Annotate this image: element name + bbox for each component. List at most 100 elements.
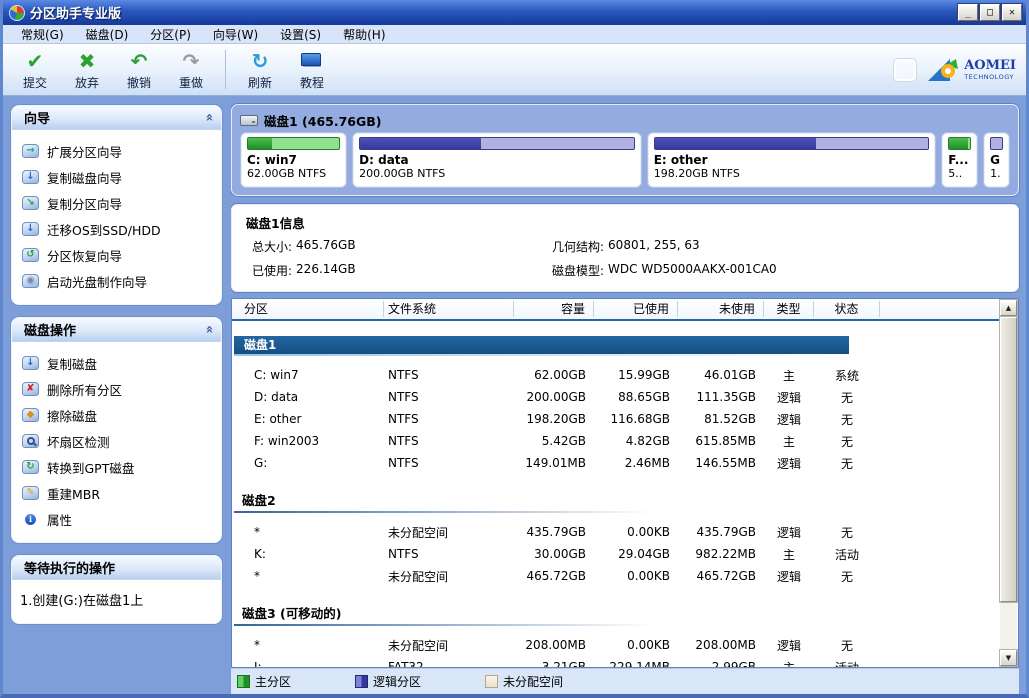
scroll-down-button[interactable]: ▼ [1000,650,1017,666]
column-partition[interactable]: 分区 [232,301,384,317]
partition-block-g[interactable]: G 1. [983,132,1010,188]
sidebar-item-extend-partition-wizard[interactable]: → 扩展分区向导 [22,138,215,164]
cell: 无 [814,433,880,450]
sidebar-item-bad-sector-test[interactable]: 坏扇区检测 [22,428,215,454]
wizard-panel: 向导 « → 扩展分区向导 ↓ 复制磁盘向导 ↘ 复制分区向导 [11,105,222,305]
undo-button[interactable]: ↶ 撤销 [113,46,165,93]
table-row[interactable]: G: NTFS 149.01MB 2.46MB 146.55MB 逻辑 无 [232,452,1000,474]
table-row[interactable]: C: win7 NTFS 62.00GB 15.99GB 46.01GB 主 系… [232,364,1000,386]
app-icon [9,5,25,21]
disk-group-header-disk1[interactable]: 磁盘1 [234,336,849,354]
minimize-button[interactable]: _ [958,4,978,21]
table-row[interactable]: * 未分配空间 465.72GB 0.00KB 465.72GB 逻辑 无 [232,565,1000,587]
cell: 982.22MB [678,547,764,561]
partition-block-d[interactable]: D: data 200.00GB NTFS [352,132,642,188]
cell: 111.35GB [678,390,764,404]
cell: NTFS [384,368,514,382]
cell: 逻辑 [764,637,814,654]
collapse-chevron-icon[interactable]: « [201,113,216,121]
sidebar-item-copy-partition-wizard[interactable]: ↘ 复制分区向导 [22,190,215,216]
column-capacity[interactable]: 容量 [514,301,594,317]
sidebar-item-delete-all-partitions[interactable]: ✘ 删除所有分区 [22,376,215,402]
table-row[interactable]: K: NTFS 30.00GB 29.04GB 982.22MB 主 活动 [232,543,1000,565]
wizard-panel-header[interactable]: 向导 « [12,106,221,130]
sidebar-item-copy-disk[interactable]: ↓ 复制磁盘 [22,350,215,376]
discard-button[interactable]: ✖ 放弃 [61,46,113,93]
cell: 未分配空间 [384,637,514,654]
delete-all-partitions-icon: ✘ [22,382,39,396]
cell: * [232,569,384,583]
close-button[interactable]: ✕ [1002,4,1022,21]
cell: NTFS [384,390,514,404]
sidebar-item-convert-to-gpt[interactable]: ↻ 转换到GPT磁盘 [22,454,215,480]
sidebar-item-wipe-disk[interactable]: ◆ 擦除磁盘 [22,402,215,428]
legend-unallocated: 未分配空间 [485,673,563,690]
disk-group-header-disk2[interactable]: 磁盘2 [242,490,1000,509]
table-row[interactable]: F: win2003 NTFS 5.42GB 4.82GB 615.85MB 主… [232,430,1000,452]
column-unused[interactable]: 未使用 [678,301,764,317]
scrollbar-thumb[interactable] [1000,317,1017,602]
disk-geometry: 几何结构:60801, 255, 63 [552,238,1004,255]
cell: 逻辑 [764,411,814,428]
disk-operations-panel-header[interactable]: 磁盘操作 « [12,318,221,342]
table-row[interactable]: D: data NTFS 200.00GB 88.65GB 111.35GB 逻… [232,386,1000,408]
scroll-up-button[interactable]: ▲ [1000,300,1017,316]
refresh-button[interactable]: ↻ 刷新 [234,46,286,93]
unallocated-space-swatch [485,675,498,688]
menu-partition[interactable]: 分区(P) [140,25,201,44]
menu-disk[interactable]: 磁盘(D) [76,25,139,44]
cell: 465.72GB [678,569,764,583]
window-layout-button[interactable] [894,59,916,81]
tutorial-button[interactable]: 教程 [286,46,338,93]
column-used[interactable]: 已使用 [594,301,678,317]
cell: 逻辑 [764,389,814,406]
column-filesystem[interactable]: 文件系统 [384,301,514,317]
sidebar-item-bootable-cd-wizard[interactable]: ◉ 启动光盘制作向导 [22,268,215,294]
sidebar-item-properties[interactable]: i 属性 [22,506,215,532]
maximize-button[interactable]: □ [980,4,1000,21]
partition-block-e[interactable]: E: other 198.20GB NTFS [647,132,937,188]
table-row[interactable]: * 未分配空间 435.79GB 0.00KB 435.79GB 逻辑 无 [232,521,1000,543]
cell: 主 [764,433,814,450]
cell: K: [232,547,384,561]
sidebar-item-partition-recovery-wizard[interactable]: ↺ 分区恢复向导 [22,242,215,268]
cell: FAT32 [384,660,514,667]
table-row[interactable]: * 未分配空间 208.00MB 0.00KB 208.00MB 逻辑 无 [232,634,1000,656]
properties-info-icon: i [25,514,36,525]
cell: 5.42GB [514,434,594,448]
pending-operations-header[interactable]: 等待执行的操作 [12,556,221,580]
cell: 无 [814,389,880,406]
bootable-cd-icon: ◉ [22,274,39,288]
cell: * [232,525,384,539]
cell: 30.00GB [514,547,594,561]
sidebar-item-migrate-os[interactable]: ↓ 迁移OS到SSD/HDD [22,216,215,242]
wipe-disk-icon: ◆ [22,408,39,422]
cell: NTFS [384,412,514,426]
sidebar-item-rebuild-mbr[interactable]: ✎ 重建MBR [22,480,215,506]
partition-block-f[interactable]: F... 5.. [941,132,978,188]
cell: 3.21GB [514,660,594,667]
redo-button[interactable]: ↷ 重做 [165,46,217,93]
disk-group-header-disk3[interactable]: 磁盘3 (可移动的) [242,603,1000,622]
cell: 29.04GB [594,547,678,561]
table-row[interactable]: E: other NTFS 198.20GB 116.68GB 81.52GB … [232,408,1000,430]
menu-settings[interactable]: 设置(S) [270,25,331,44]
legend-logical: 逻辑分区 [355,673,421,690]
pending-operation-item[interactable]: 1.创建(G:)在磁盘1上 [20,590,213,609]
book-icon [301,49,323,73]
vertical-scrollbar[interactable]: ▲ ▼ [1000,300,1017,666]
sidebar-item-copy-disk-wizard[interactable]: ↓ 复制磁盘向导 [22,164,215,190]
menu-wizard[interactable]: 向导(W) [203,25,268,44]
cell: NTFS [384,434,514,448]
check-icon: ✔ [27,49,44,73]
column-status[interactable]: 状态 [814,301,880,317]
apply-button[interactable]: ✔ 提交 [9,46,61,93]
column-type[interactable]: 类型 [764,301,814,317]
collapse-chevron-icon[interactable]: « [201,325,216,333]
table-row[interactable]: I: FAT32 3.21GB 229.14MB 2.99GB 主 活动 [232,656,1000,667]
menu-general[interactable]: 常规(G) [11,25,74,44]
menu-help[interactable]: 帮助(H) [333,25,395,44]
cell: 0.00KB [594,569,678,583]
partition-block-c[interactable]: C: win7 62.00GB NTFS [240,132,347,188]
cell: NTFS [384,547,514,561]
